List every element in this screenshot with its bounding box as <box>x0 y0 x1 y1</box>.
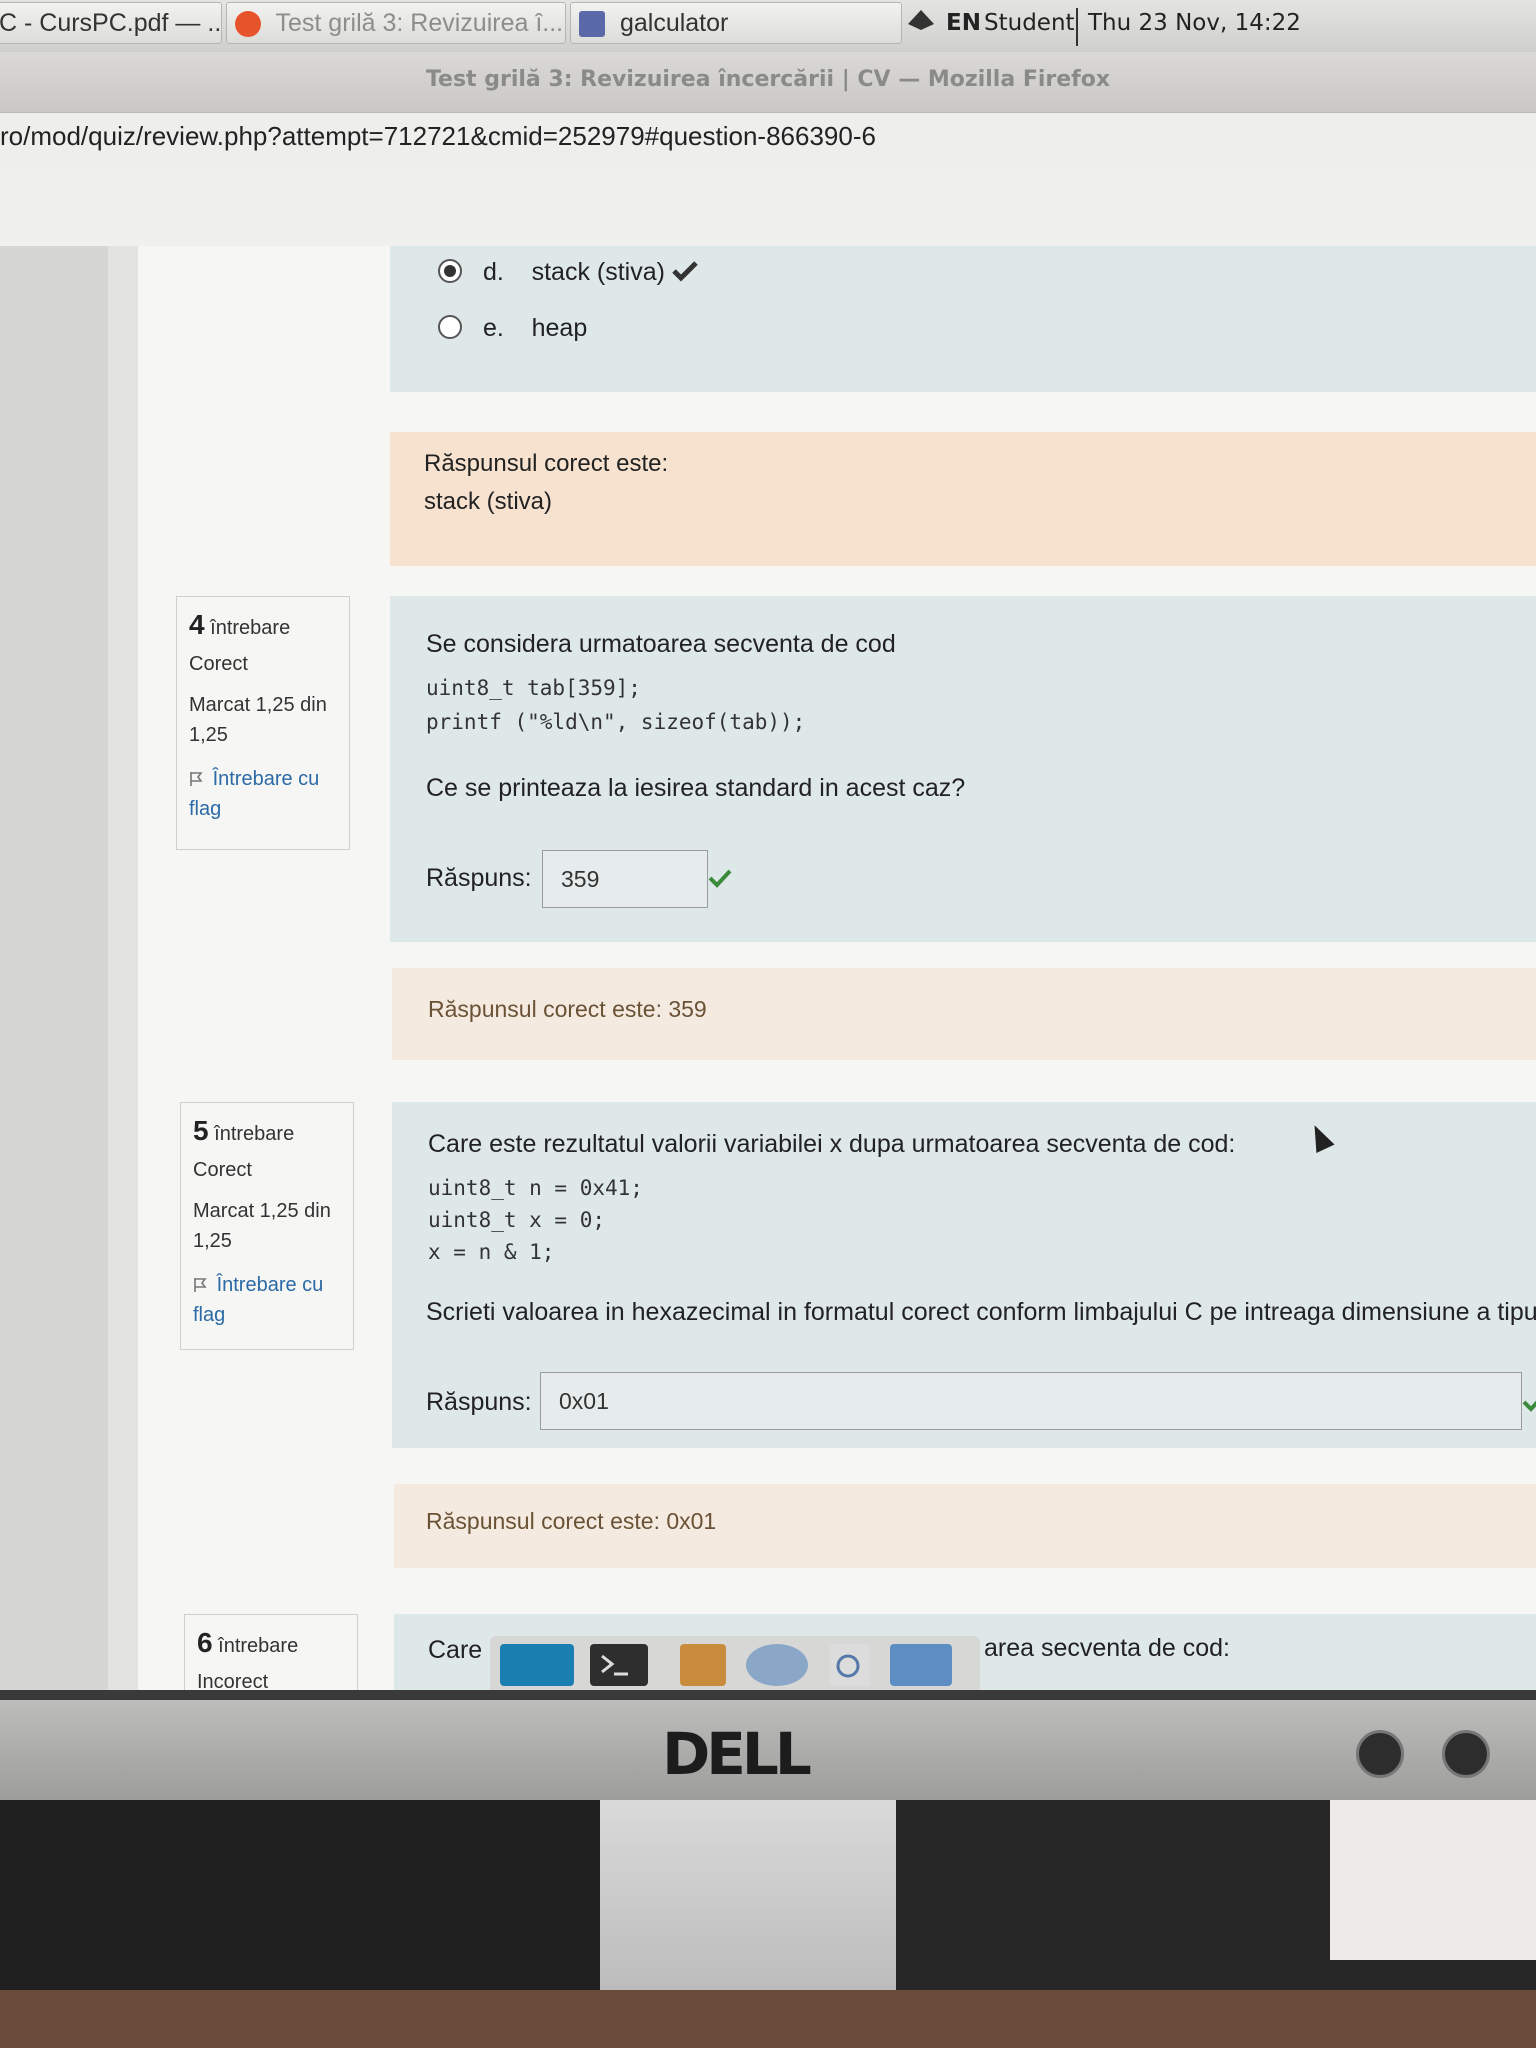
left-gutter <box>108 246 138 1690</box>
flag-question-link[interactable]: Întrebare cu flag <box>189 764 337 824</box>
code-line: uint8_t tab[359]; <box>426 676 641 700</box>
question-text: Care este rezultatul valorii variabilei … <box>428 1130 1236 1158</box>
question-prompt: Ce se printeaza la iesirea standard in a… <box>426 774 966 802</box>
page-header-strip <box>0 168 1536 246</box>
option-d[interactable]: d. stack (stiva) <box>438 258 698 287</box>
url-text[interactable]: ro/mod/quiz/review.php?attempt=712721&cm… <box>0 121 876 152</box>
flag-icon <box>194 1278 207 1292</box>
radio-selected[interactable] <box>438 259 462 283</box>
taskbar: C - CursPC.pdf — ... Test grilă 3: Reviz… <box>0 0 1536 53</box>
question-5-info: 5 întrebare Corect Marcat 1,25 din 1,25 … <box>180 1102 354 1350</box>
question-prompt: Scrieti valoarea in hexazecimal in forma… <box>426 1298 1536 1326</box>
question-text: Se considera urmatoarea secventa de cod <box>426 630 896 658</box>
address-bar[interactable]: ro/mod/quiz/review.php?attempt=712721&cm… <box>0 112 1536 170</box>
monitor-bezel-edge <box>0 1690 1536 1700</box>
clock[interactable]: Thu 23 Nov, 14:22 <box>1088 6 1301 40</box>
option-e[interactable]: e. heap <box>438 314 587 343</box>
browser-globe-icon[interactable] <box>746 1644 808 1686</box>
check-icon <box>1522 1400 1536 1412</box>
taskbar-divider <box>1076 8 1078 46</box>
dell-logo: DELL <box>662 1720 812 1788</box>
radio-unselected[interactable] <box>438 315 462 339</box>
option-text: stack (stiva) <box>531 258 665 286</box>
answer-label: Răspuns: <box>426 1388 532 1416</box>
question-label: întrebare <box>214 1123 295 1145</box>
file-cabinet-icon[interactable] <box>680 1644 726 1686</box>
question-text-start: Care ( <box>428 1636 498 1664</box>
code-line: printf ("%ld\n", sizeof(tab)); <box>426 710 806 734</box>
taskbar-item-label: Test grilă 3: Revizuirea î... <box>275 9 564 37</box>
question-number: 5 <box>193 1115 209 1146</box>
floor <box>0 1990 1536 2048</box>
flag-label: Întrebare cu flag <box>189 768 320 820</box>
code-line: uint8_t n = 0x41; <box>428 1176 643 1200</box>
answer-input[interactable]: 0x01 <box>540 1372 1522 1430</box>
dock <box>490 1636 980 1690</box>
question-grade: Marcat 1,25 din 1,25 <box>193 1200 331 1252</box>
question-3-feedback: Răspunsul corect este: stack (stiva) <box>390 432 1536 566</box>
question-number: 4 <box>189 609 205 640</box>
wall <box>1330 1800 1536 1960</box>
keyboard-layout[interactable]: EN <box>946 6 981 40</box>
answer-input[interactable]: 359 <box>542 850 708 908</box>
desktop-icon[interactable] <box>500 1644 574 1686</box>
flag-icon <box>190 772 203 786</box>
firefox-icon <box>235 11 261 38</box>
question-5-body: Care este rezultatul valorii variabilei … <box>392 1102 1536 1448</box>
network-icon[interactable] <box>906 6 936 41</box>
user-name[interactable]: Student <box>984 6 1075 40</box>
option-letter: d. <box>482 258 504 286</box>
code-line: x = n & 1; <box>428 1240 555 1264</box>
check-icon <box>708 869 732 888</box>
question-number: 6 <box>197 1627 213 1658</box>
left-drawer <box>0 246 108 1690</box>
question-label: întrebare <box>218 1635 299 1657</box>
question-4-body: Se considera urmatoarea secventa de cod … <box>390 596 1536 942</box>
question-label: întrebare <box>210 617 291 639</box>
question-text-end: area secventa de cod: <box>984 1634 1230 1662</box>
monitor-stand <box>600 1800 896 1990</box>
feedback-text: Răspunsul corect este: 359 <box>428 996 707 1022</box>
screen: C - CursPC.pdf — ... Test grilă 3: Reviz… <box>0 0 1536 1690</box>
terminal-icon[interactable] <box>590 1644 648 1686</box>
question-5-feedback: Răspunsul corect este: 0x01 <box>394 1484 1536 1568</box>
question-state: Corect <box>189 653 248 675</box>
question-6-info: 6 întrebare Incorect <box>184 1614 358 1690</box>
taskbar-item-label: C - CursPC.pdf — ... <box>0 9 222 37</box>
question-state: Corect <box>193 1159 252 1181</box>
code-line: uint8_t x = 0; <box>428 1208 606 1232</box>
search-icon[interactable] <box>830 1644 870 1686</box>
taskbar-item-firefox[interactable]: Test grilă 3: Revizuirea î... <box>226 2 566 44</box>
feedback-title: Răspunsul corect este: <box>424 450 669 477</box>
window-title: Test grilă 3: Revizuirea încercării | CV… <box>0 52 1536 112</box>
menu-button-icon[interactable] <box>1442 1730 1490 1778</box>
taskbar-item-label: galculator <box>619 9 729 37</box>
option-letter: e. <box>482 314 504 342</box>
check-icon <box>672 261 698 282</box>
question-grade: Marcat 1,25 din 1,25 <box>189 694 327 746</box>
feedback-text: Răspunsul corect este: 0x01 <box>426 1508 717 1534</box>
calculator-icon <box>579 11 605 38</box>
flag-label: Întrebare cu flag <box>193 1274 324 1326</box>
flag-question-link[interactable]: Întrebare cu flag <box>193 1270 341 1330</box>
taskbar-item-galculator[interactable]: galculator <box>570 2 902 44</box>
input-source-button-icon[interactable] <box>1356 1730 1404 1778</box>
question-4-info: 4 întrebare Corect Marcat 1,25 din 1,25 … <box>176 596 350 850</box>
question-3-body: d. stack (stiva) e. heap <box>390 246 1536 392</box>
answer-label: Răspuns: <box>426 864 532 892</box>
question-state: Incorect <box>197 1671 269 1690</box>
question-4-feedback: Răspunsul corect este: 359 <box>392 968 1536 1060</box>
option-text: heap <box>531 314 588 342</box>
taskbar-item-pdf[interactable]: C - CursPC.pdf — ... <box>0 2 222 44</box>
feedback-answer: stack (stiva) <box>424 488 553 515</box>
folder-icon[interactable] <box>890 1644 952 1686</box>
